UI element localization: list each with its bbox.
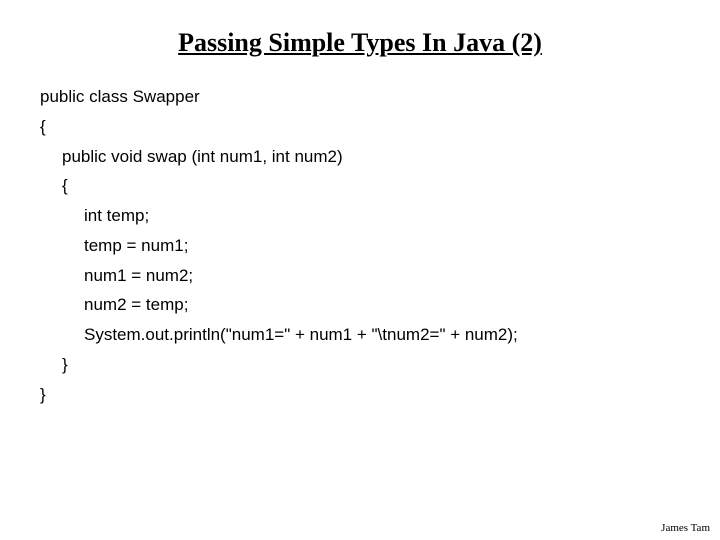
slide-title: Passing Simple Types In Java (2) — [0, 0, 720, 82]
code-line: public class Swapper — [40, 82, 700, 112]
code-line: num1 = num2; — [40, 261, 700, 291]
footer-author: James Tam — [661, 522, 710, 534]
code-line: int temp; — [40, 201, 700, 231]
code-line: temp = num1; — [40, 231, 700, 261]
code-line: { — [40, 171, 700, 201]
code-line: { — [40, 112, 700, 142]
code-line: } — [40, 350, 700, 380]
code-line: } — [40, 380, 700, 410]
code-line: public void swap (int num1, int num2) — [40, 142, 700, 172]
code-block: public class Swapper { public void swap … — [0, 82, 720, 409]
code-line: System.out.println("num1=" + num1 + "\tn… — [40, 320, 700, 350]
code-line: num2 = temp; — [40, 290, 700, 320]
